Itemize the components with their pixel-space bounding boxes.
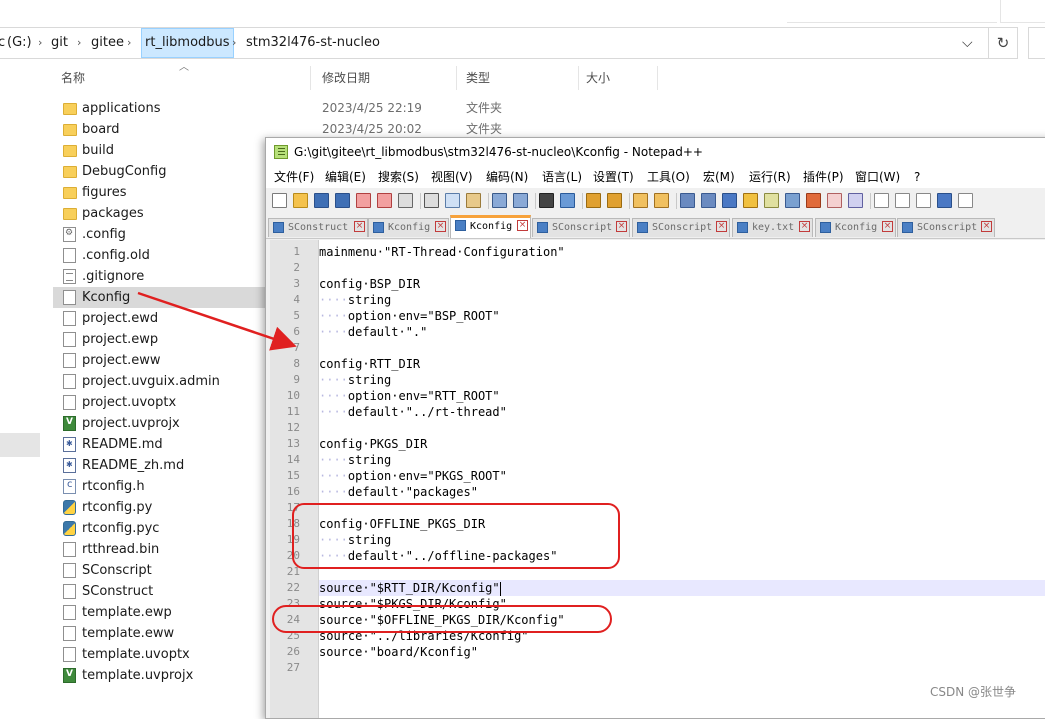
file-modified-date: 2023/4/25 22:19: [322, 101, 422, 115]
highlight-circle-offline-source: [272, 605, 612, 633]
file-type: 文件夹: [466, 122, 503, 136]
file-type: 文件夹: [466, 101, 503, 115]
watermark: CSDN @张世争: [930, 685, 1017, 699]
highlight-circle-offline-config: [292, 503, 620, 569]
red-arrow: [137, 291, 297, 351]
file-modified-date: 2023/4/25 20:02: [322, 122, 422, 136]
annotation-arrow: [137, 291, 297, 351]
